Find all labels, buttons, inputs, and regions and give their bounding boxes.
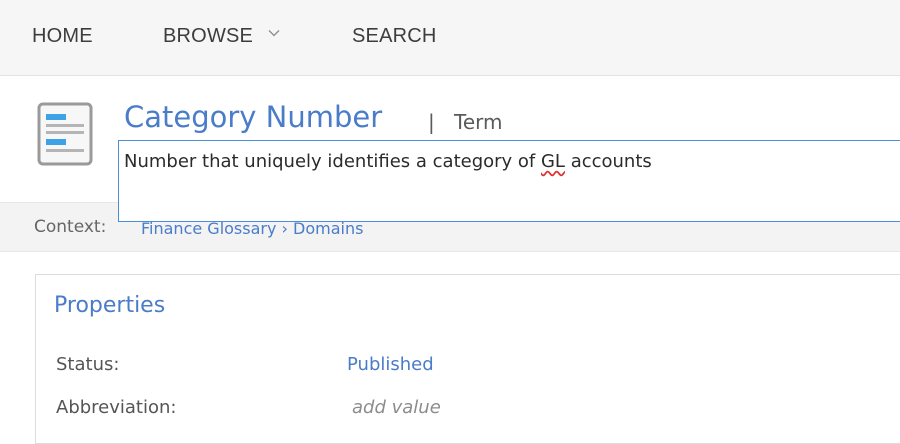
nav-browse[interactable]: BROWSE — [163, 25, 280, 48]
asset-title[interactable]: Category Number — [124, 100, 382, 134]
nav-search-label: SEARCH — [352, 25, 437, 47]
title-separator: | — [428, 110, 435, 134]
spellcheck-flagged-word: GL — [540, 151, 565, 172]
description-editor[interactable]: Number that uniquely identifies a catego… — [118, 140, 900, 222]
context-label: Context: — [34, 217, 107, 237]
status-value-link[interactable]: Published — [347, 354, 434, 375]
nav-search[interactable]: SEARCH — [352, 25, 437, 48]
nav-home[interactable]: HOME — [32, 25, 93, 48]
abbreviation-label: Abbreviation: — [56, 397, 177, 418]
nav-browse-label: BROWSE — [163, 25, 254, 47]
status-label: Status: — [56, 354, 120, 375]
term-document-icon — [37, 102, 93, 166]
nav-home-label: HOME — [32, 25, 93, 47]
description-text-end: accounts — [564, 151, 652, 172]
asset-type-label: Term — [454, 110, 503, 134]
abbreviation-add-value[interactable]: add value — [352, 397, 441, 418]
chevron-down-icon — [268, 30, 280, 37]
description-text[interactable]: Number that uniquely identifies a catego… — [124, 151, 652, 172]
description-text-start: Number that uniquely identifies a catego… — [124, 151, 541, 172]
properties-heading: Properties — [54, 293, 166, 318]
top-navigation — [0, 0, 900, 76]
